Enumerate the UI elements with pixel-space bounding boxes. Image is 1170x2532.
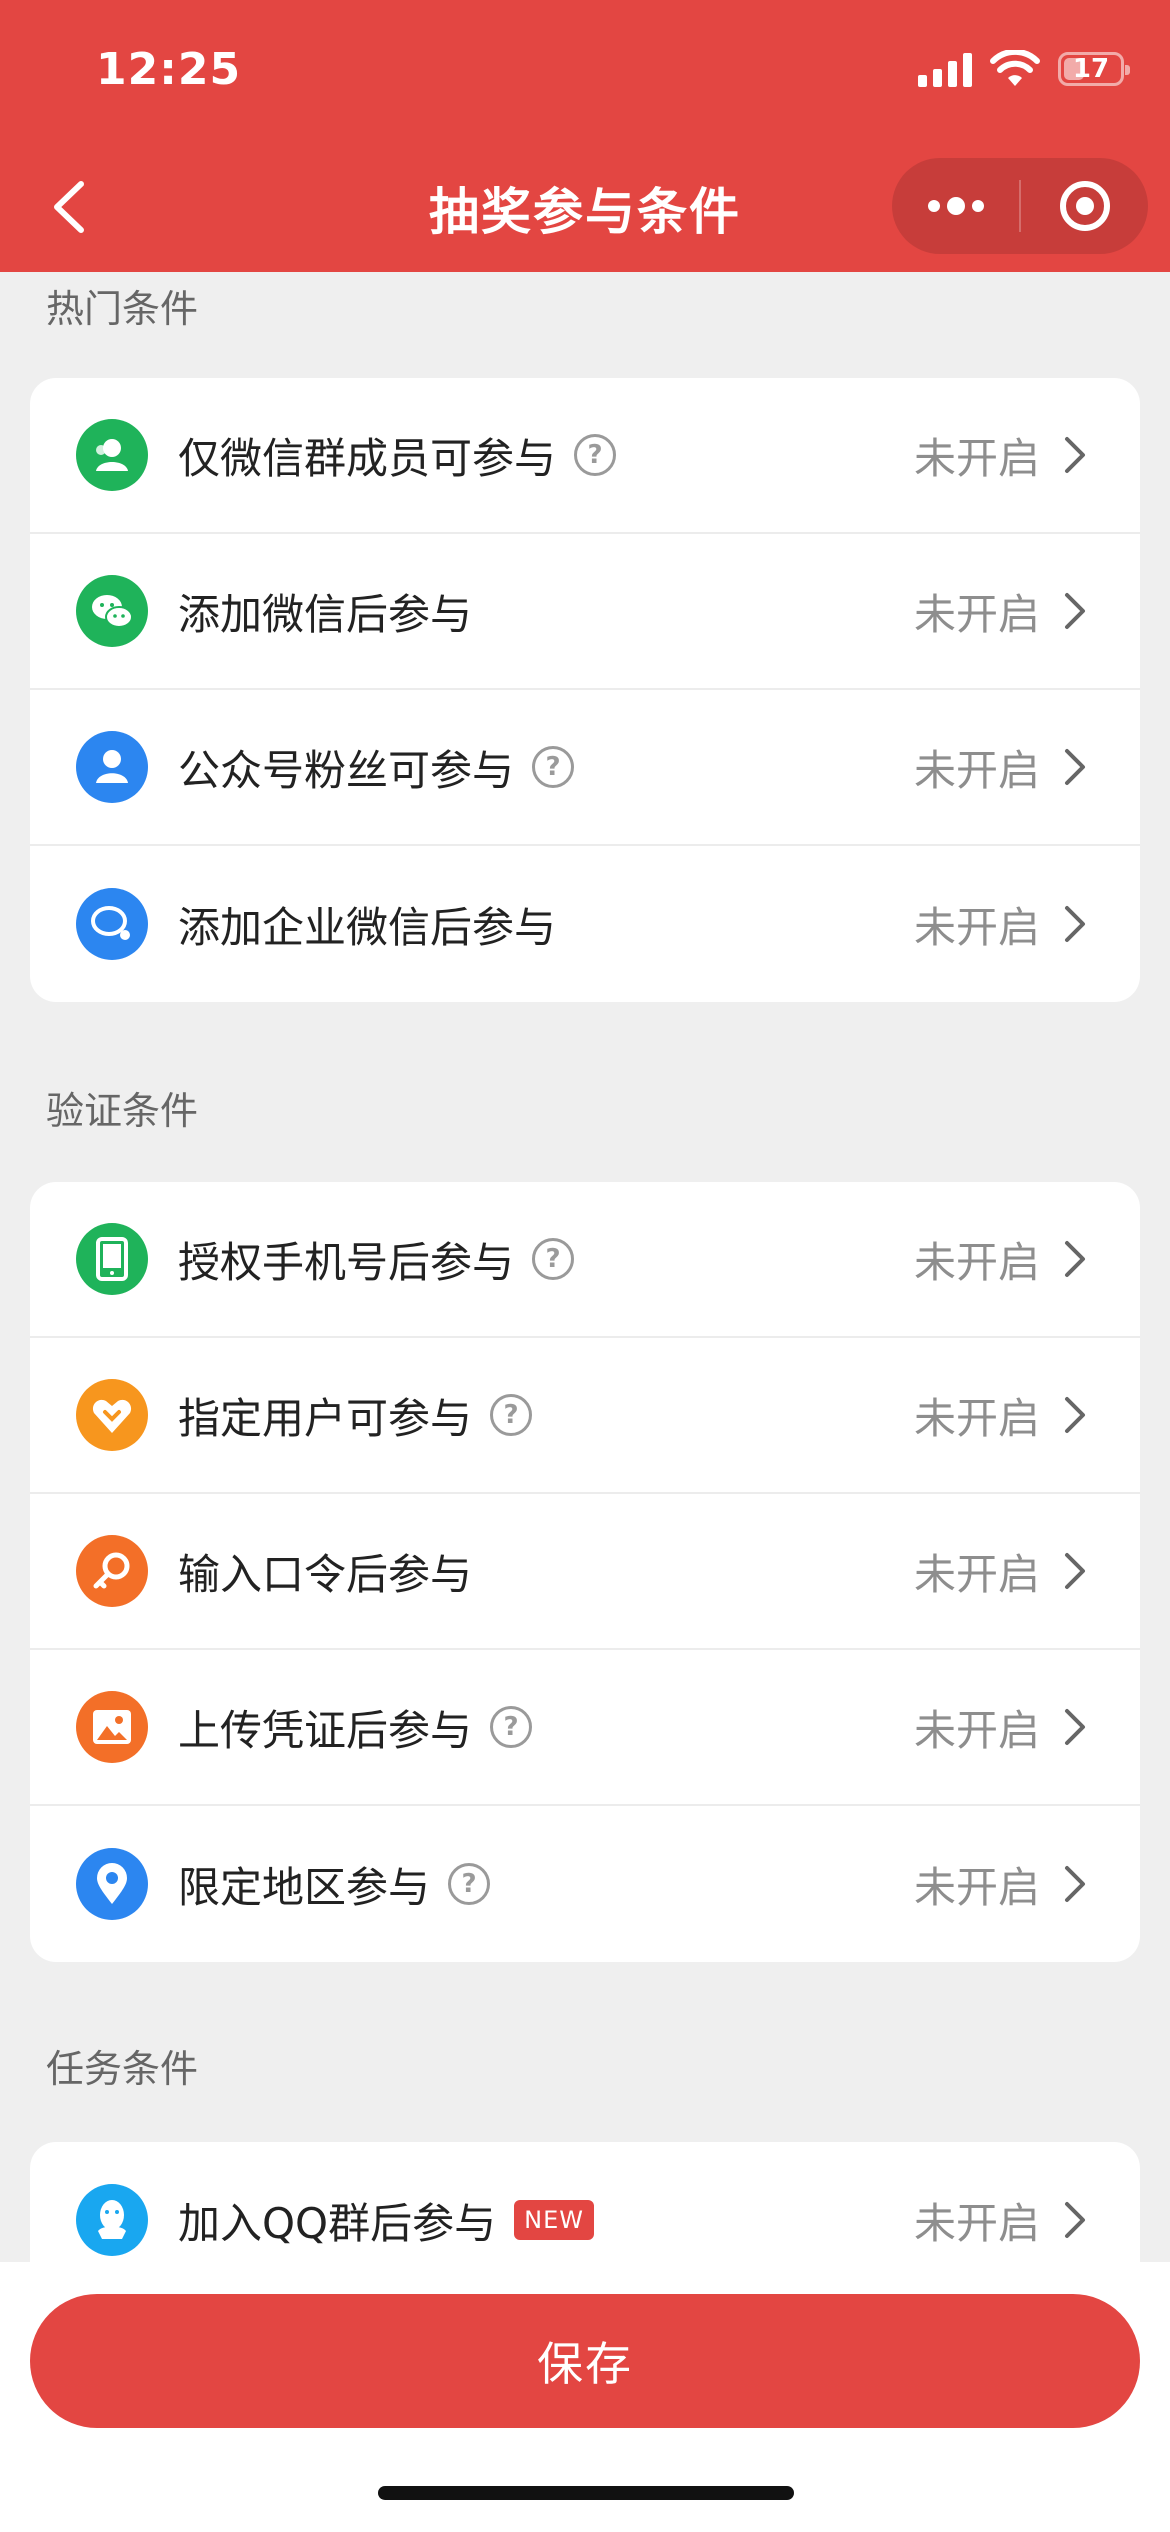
app-screen: 12:25 17 抽奖参与条件 热门条件 仅微信群成员可参与 ? 未开启 添加微… — [0, 0, 1170, 2532]
condition-row-official-account[interactable]: 公众号粉丝可参与 ? 未开启 — [30, 690, 1140, 846]
chevron-right-icon — [1065, 2202, 1085, 2238]
condition-label: 限定地区参与 — [178, 1862, 431, 1912]
section-title-task: 任务条件 — [46, 2047, 199, 2091]
section-title-verify: 验证条件 — [46, 1089, 199, 1133]
new-badge: NEW — [514, 2200, 594, 2240]
key-icon — [76, 1535, 148, 1607]
hot-conditions-card: 仅微信群成员可参与 ? 未开启 添加微信后参与 未开启 公众号粉丝可参与 ? 未… — [30, 378, 1140, 1002]
chevron-right-icon — [1065, 749, 1085, 785]
condition-state: 未开启 — [913, 589, 1040, 639]
condition-state: 未开启 — [913, 745, 1040, 795]
more-dots-icon — [927, 197, 984, 215]
condition-label: 仅微信群成员可参与 — [178, 433, 557, 483]
condition-row-phone-auth[interactable]: 授权手机号后参与 ? 未开启 — [30, 1182, 1140, 1338]
condition-state: 未开启 — [913, 1393, 1040, 1443]
phone-icon — [76, 1223, 148, 1295]
condition-row-region[interactable]: 限定地区参与 ? 未开启 — [30, 1806, 1140, 1962]
chevron-right-icon — [1065, 906, 1085, 942]
signal-icon — [918, 51, 972, 87]
user-icon — [76, 731, 148, 803]
condition-row-wecom[interactable]: 添加企业微信后参与 未开启 — [30, 846, 1140, 1002]
condition-label: 授权手机号后参与 — [178, 1237, 515, 1287]
home-indicator — [378, 2486, 794, 2500]
condition-label: 加入QQ群后参与 — [178, 2198, 497, 2248]
condition-state: 未开启 — [913, 1705, 1040, 1755]
chevron-right-icon — [1065, 1866, 1085, 1902]
condition-row-upload-proof[interactable]: 上传凭证后参与 ? 未开启 — [30, 1650, 1140, 1806]
condition-state: 未开启 — [913, 1862, 1040, 1912]
wifi-icon — [990, 50, 1040, 86]
help-icon[interactable]: ? — [532, 1238, 575, 1280]
condition-state: 未开启 — [913, 1237, 1040, 1287]
chevron-right-icon — [1065, 1553, 1085, 1589]
battery-level: 17 — [1072, 54, 1110, 84]
condition-label: 上传凭证后参与 — [178, 1705, 473, 1755]
wecom-icon — [76, 888, 148, 960]
chevron-right-icon — [1065, 437, 1085, 473]
condition-label: 添加微信后参与 — [178, 589, 473, 639]
location-pin-icon — [76, 1848, 148, 1920]
condition-row-wechat-group[interactable]: 仅微信群成员可参与 ? 未开启 — [30, 378, 1140, 534]
condition-row-passcode[interactable]: 输入口令后参与 未开启 — [30, 1494, 1140, 1650]
heart-icon — [76, 1379, 148, 1451]
section-title-hot: 热门条件 — [46, 287, 199, 331]
status-icons: 17 — [918, 50, 1130, 88]
wechat-icon — [76, 575, 148, 647]
help-icon[interactable]: ? — [532, 746, 575, 788]
condition-state: 未开启 — [913, 433, 1040, 483]
chevron-right-icon — [1065, 1241, 1085, 1277]
condition-state: 未开启 — [913, 2198, 1040, 2248]
image-icon — [76, 1691, 148, 1763]
help-icon[interactable]: ? — [490, 1706, 533, 1748]
verify-conditions-card: 授权手机号后参与 ? 未开启 指定用户可参与 ? 未开启 输入口令后参与 未开启… — [30, 1182, 1140, 1962]
close-miniprogram-button[interactable] — [1021, 158, 1148, 254]
condition-state: 未开启 — [913, 1549, 1040, 1599]
condition-label: 公众号粉丝可参与 — [178, 745, 515, 795]
miniprogram-capsule — [892, 158, 1148, 254]
condition-label: 输入口令后参与 — [178, 1549, 473, 1599]
help-icon[interactable]: ? — [574, 434, 617, 476]
top-header: 12:25 17 抽奖参与条件 — [0, 0, 1170, 272]
help-icon[interactable]: ? — [448, 1863, 491, 1905]
status-time: 12:25 — [96, 44, 242, 95]
qq-icon — [76, 2184, 148, 2256]
bottom-action-bar: 保存 — [0, 2262, 1170, 2532]
condition-label: 指定用户可参与 — [178, 1393, 473, 1443]
condition-state: 未开启 — [913, 902, 1040, 952]
chevron-right-icon — [1065, 1397, 1085, 1433]
help-icon[interactable]: ? — [490, 1394, 533, 1436]
condition-row-add-wechat[interactable]: 添加微信后参与 未开启 — [30, 534, 1140, 690]
condition-row-specified-user[interactable]: 指定用户可参与 ? 未开启 — [30, 1338, 1140, 1494]
more-button[interactable] — [892, 158, 1019, 254]
condition-label: 添加企业微信后参与 — [178, 902, 557, 952]
save-button[interactable]: 保存 — [30, 2294, 1140, 2428]
group-user-icon — [76, 419, 148, 491]
chevron-right-icon — [1065, 593, 1085, 629]
battery-icon: 17 — [1058, 52, 1130, 86]
chevron-right-icon — [1065, 1709, 1085, 1745]
target-close-icon — [1059, 181, 1110, 231]
